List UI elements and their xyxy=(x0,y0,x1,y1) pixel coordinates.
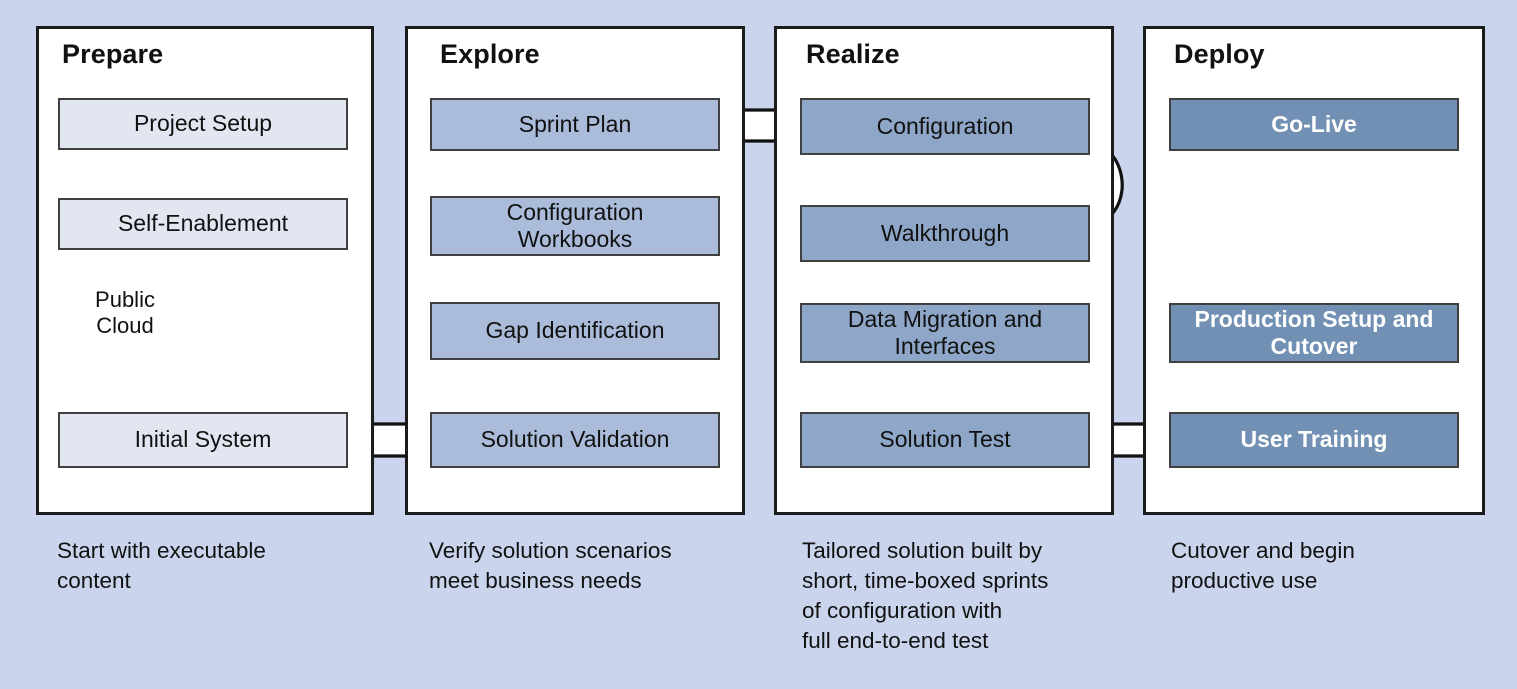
phase-title-realize: Realize xyxy=(806,39,900,69)
diagram-canvas: Prepare Project Setup Self-Enablement In… xyxy=(0,0,1517,689)
node-production-setup-and-cutover[interactable]: Production Setup and Cutover xyxy=(1169,303,1459,363)
node-project-setup[interactable]: Project Setup xyxy=(58,98,348,150)
node-initial-system[interactable]: Initial System xyxy=(58,412,348,468)
caption-explore: Verify solution scenarios meet business … xyxy=(429,538,672,593)
public-cloud-label: Public Cloud xyxy=(95,287,155,338)
caption-realize: Tailored solution built by short, time-b… xyxy=(802,538,1049,653)
node-configuration[interactable]: Configuration xyxy=(800,98,1090,155)
public-cloud[interactable]: Public Cloud xyxy=(55,262,195,362)
node-self-enablement[interactable]: Self-Enablement xyxy=(58,198,348,250)
caption-deploy: Cutover and begin productive use xyxy=(1171,538,1355,593)
node-configuration-workbooks[interactable]: Configuration Workbooks xyxy=(430,196,720,256)
phase-title-prepare: Prepare xyxy=(62,39,164,69)
phase-title-deploy: Deploy xyxy=(1174,39,1265,69)
node-solution-test[interactable]: Solution Test xyxy=(800,412,1090,468)
caption-prepare: Start with executable content xyxy=(57,538,266,593)
phase-title-explore: Explore xyxy=(440,39,540,69)
node-gap-identification[interactable]: Gap Identification xyxy=(430,302,720,360)
node-sprint-plan[interactable]: Sprint Plan xyxy=(430,98,720,151)
node-solution-validation[interactable]: Solution Validation xyxy=(430,412,720,468)
node-walkthrough[interactable]: Walkthrough xyxy=(800,205,1090,262)
node-user-training[interactable]: User Training xyxy=(1169,412,1459,468)
node-data-migration-and-interfaces[interactable]: Data Migration and Interfaces xyxy=(800,303,1090,363)
node-go-live[interactable]: Go-Live xyxy=(1169,98,1459,151)
